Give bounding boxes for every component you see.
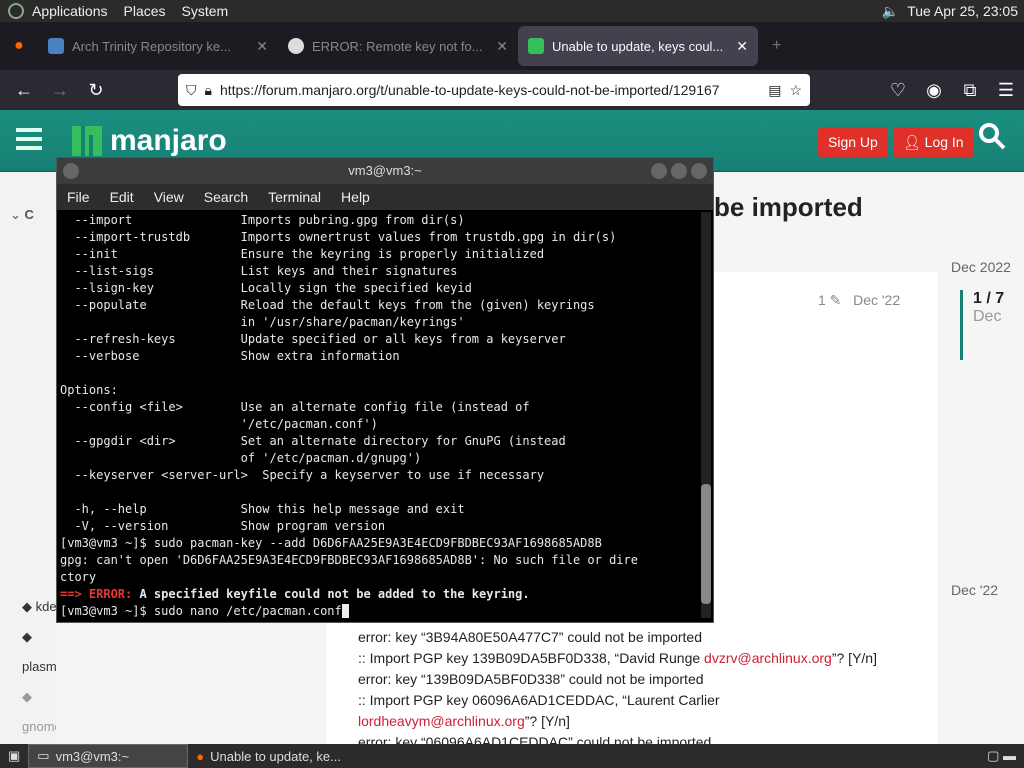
pocket-icon[interactable]: ♡	[880, 80, 916, 101]
timeline-date[interactable]: Dec 2022	[951, 259, 1011, 275]
terminal-line: gpg: can't open 'D6D6FAA25E9A3E4ECD9FBDB…	[60, 553, 638, 567]
sidebar-categories: ⌄ C	[10, 200, 34, 230]
terminal-line: --populate Reload the default keys from …	[74, 298, 595, 312]
terminal-line: -V, --version Show program version	[74, 519, 386, 533]
nav-bar: ← → ↻ ⛉ 🔒︎ https://forum.manjaro.org/t/u…	[0, 70, 1024, 110]
menu-edit[interactable]: Edit	[110, 189, 134, 205]
menu-applications[interactable]: Applications	[24, 3, 116, 19]
post-line: :: Import PGP key 139B09DA5BF0D338, “Dav…	[358, 650, 877, 666]
reload-icon[interactable]: ↻	[78, 80, 114, 101]
clock[interactable]: Tue Apr 25, 23:05	[907, 3, 1018, 19]
terminal-line: --keyserver <server-url> Specify a keyse…	[74, 468, 545, 482]
taskbar-item-firefox[interactable]: ● Unable to update, ke...	[188, 744, 349, 768]
firefox-icon: ●	[196, 748, 205, 764]
tab-arch-trinity[interactable]: Arch Trinity Repository ke... ✕	[38, 26, 278, 66]
terminal-line: in '/usr/share/pacman/keyrings'	[240, 315, 465, 329]
terminal-line: [vm3@vm3 ~]$ sudo pacman-key --add D6D6F…	[60, 536, 602, 550]
menu-terminal[interactable]: Terminal	[268, 189, 321, 205]
account-icon[interactable]: ◉	[916, 80, 952, 101]
terminal-line: Options:	[60, 383, 118, 397]
terminal-scrollbar[interactable]	[701, 212, 711, 618]
url-text[interactable]: https://forum.manjaro.org/t/unable-to-up…	[220, 82, 760, 98]
url-bar[interactable]: ⛉ 🔒︎ https://forum.manjaro.org/t/unable-…	[178, 74, 810, 106]
terminal-line: --gpgdir <dir> Set an alternate director…	[74, 434, 566, 448]
terminal-line: --import Imports pubring.gpg from dir(s)	[74, 213, 465, 227]
email-link[interactable]: lordheavym@archlinux.org	[358, 713, 525, 729]
log-in-button[interactable]: 👤︎ Log In	[893, 127, 974, 157]
sidebar: ⌄ C ◆ kde ◆ plasma ◆ gnome	[0, 172, 64, 744]
timeline-scroller[interactable]: 1 / 7 Dec	[960, 290, 1004, 360]
reader-view-icon[interactable]: ▤	[768, 82, 781, 99]
user-icon: 👤︎	[903, 133, 925, 150]
sign-up-button[interactable]: Sign Up	[818, 127, 888, 157]
back-icon[interactable]: ←	[6, 80, 42, 101]
terminal-window[interactable]: vm3@vm3:~ File Edit View Search Terminal…	[56, 157, 714, 623]
terminal-line: --lsign-key Locally sign the specified k…	[74, 281, 472, 295]
close-icon[interactable]: ✕	[496, 38, 508, 55]
terminal-line: '/etc/pacman.conf')	[240, 417, 378, 431]
maximize-icon[interactable]	[671, 163, 687, 179]
close-icon[interactable]: ✕	[736, 38, 748, 55]
terminal-line: -h, --help Show this help message and ex…	[74, 502, 465, 516]
workspace-switcher-icon[interactable]: ▢ ▬	[979, 744, 1024, 768]
app-menu-icon[interactable]: ☰	[988, 80, 1024, 101]
post-line: error: key “3B94A80E50A477C7” could not …	[358, 629, 702, 645]
scrollbar-thumb[interactable]	[701, 484, 711, 604]
terminal-output[interactable]: --import Imports pubring.gpg from dir(s)…	[57, 210, 713, 622]
post-meta: 1 ✎ Dec '22	[818, 292, 901, 308]
taskbar: ▣ ▭ vm3@vm3:~ ● Unable to update, ke... ▢ …	[0, 744, 1024, 768]
post-line: error: key “139B09DA5BF0D338” could not …	[358, 671, 704, 687]
terminal-line: --verbose Show extra information	[74, 349, 400, 363]
menu-system[interactable]: System	[174, 3, 237, 19]
menu-places[interactable]: Places	[116, 3, 174, 19]
post-line: :: Import PGP key 06096A6AD1CEDDAC, “Lau…	[358, 692, 720, 708]
manjaro-favicon-icon	[528, 38, 544, 54]
menu-view[interactable]: View	[154, 189, 184, 205]
taskbar-item-terminal[interactable]: ▭ vm3@vm3:~	[28, 744, 189, 768]
volume-icon[interactable]: 🔈	[882, 3, 899, 20]
forward-icon[interactable]: →	[42, 80, 78, 101]
topic-title[interactable]: be imported	[714, 192, 863, 223]
close-icon[interactable]	[691, 163, 707, 179]
manjaro-logo[interactable]: manjaro	[72, 124, 227, 158]
tab-unable-to-update[interactable]: Unable to update, keys coul... ✕	[518, 26, 758, 66]
show-desktop-icon[interactable]: ▣	[0, 744, 28, 768]
browser-tab-bar: ● Arch Trinity Repository ke... ✕ ERROR: …	[0, 22, 1024, 70]
distro-logo-icon[interactable]	[8, 3, 24, 19]
terminal-titlebar[interactable]: vm3@vm3:~	[57, 158, 713, 184]
post-line: lordheavym@archlinux.org”? [Y/n]	[358, 713, 570, 729]
bookmark-star-icon[interactable]: ☆	[789, 82, 802, 99]
terminal-line: of '/etc/pacman.d/gnupg')	[240, 451, 422, 465]
window-menu-icon[interactable]	[63, 163, 79, 179]
email-link[interactable]: dvzrv@archlinux.org	[704, 650, 832, 666]
hamburger-menu-icon[interactable]	[16, 128, 42, 150]
terminal-line: --import-trustdb Imports ownertrust valu…	[74, 230, 617, 244]
arch-favicon-icon	[48, 38, 64, 54]
terminal-icon: ▭	[37, 748, 50, 763]
terminal-menubar: File Edit View Search Terminal Help	[57, 184, 713, 210]
manjaro-mark-icon	[72, 126, 102, 156]
sidebar-item[interactable]: ⌄ C	[10, 200, 34, 230]
search-icon[interactable]	[978, 122, 1006, 150]
menu-search[interactable]: Search	[204, 189, 248, 205]
github-favicon-icon	[288, 38, 304, 54]
tab-error-remote-key[interactable]: ERROR: Remote key not fo... ✕	[278, 26, 518, 66]
menu-help[interactable]: Help	[341, 189, 370, 205]
top-panel: Applications Places System 🔈 Tue Apr 25,…	[0, 0, 1024, 22]
timeline-date-end[interactable]: Dec '22	[951, 582, 998, 598]
new-tab-icon[interactable]: +	[772, 37, 781, 55]
close-icon[interactable]: ✕	[256, 38, 268, 55]
terminal-line: --init Ensure the keyring is properly in…	[74, 247, 545, 261]
terminal-line: --config <file> Use an alternate config …	[74, 400, 530, 414]
extensions-icon[interactable]: ⧉	[952, 80, 988, 101]
minimize-icon[interactable]	[651, 163, 667, 179]
terminal-line: ctory	[60, 570, 97, 584]
shield-icon[interactable]: ⛉	[186, 82, 197, 99]
firefox-view-icon[interactable]: ●	[0, 37, 38, 55]
terminal-line: --refresh-keys Update specified or all k…	[74, 332, 566, 346]
lock-icon[interactable]: 🔒︎	[205, 82, 212, 99]
terminal-line: --list-sigs List keys and their signatur…	[74, 264, 458, 278]
menu-file[interactable]: File	[67, 189, 90, 205]
